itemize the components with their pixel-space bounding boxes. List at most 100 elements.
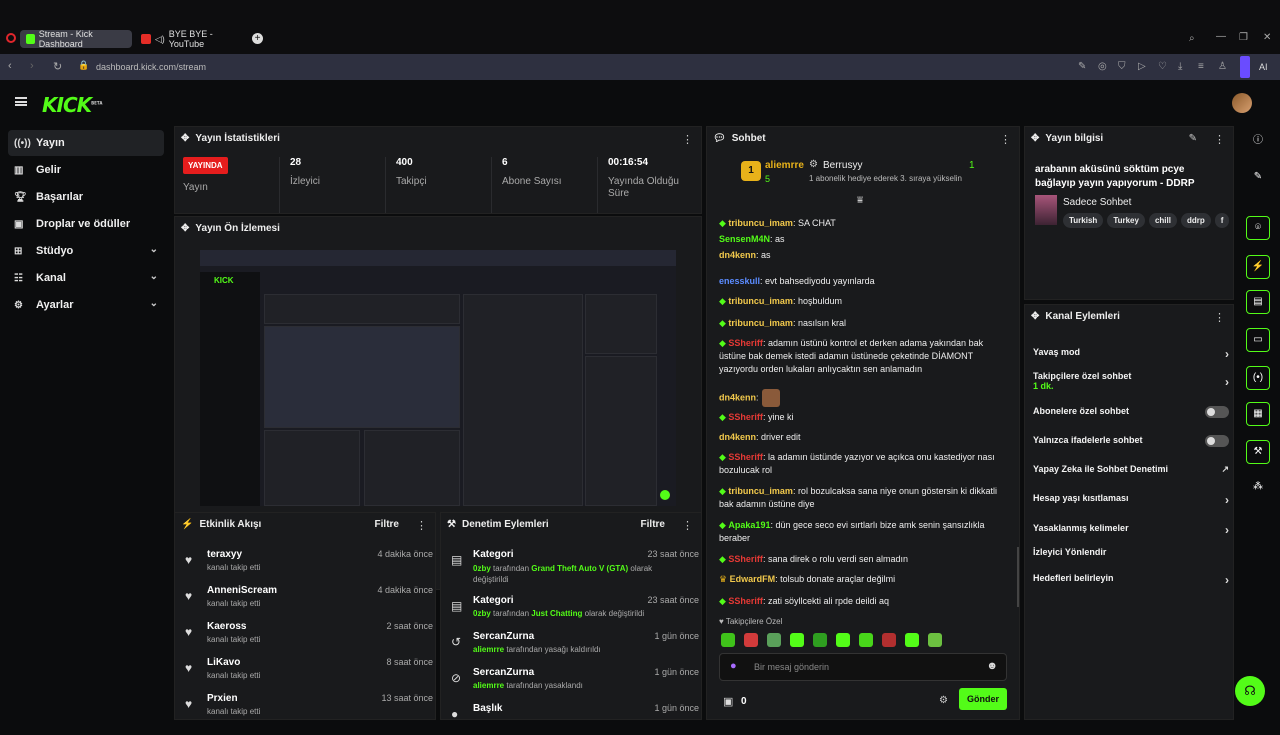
profile-icon[interactable]: ♙ <box>1218 61 1227 72</box>
stream-preview-video[interactable]: KICK <box>200 250 676 506</box>
camera-focus-icon[interactable]: ⌾ <box>1246 216 1270 240</box>
tag[interactable]: Turkey <box>1107 213 1145 228</box>
chat-message[interactable]: ◆ SSheriff: la adamın üstünde yazıyor ve… <box>719 451 1009 477</box>
drag-handle-icon[interactable]: ✥ <box>1031 133 1039 144</box>
send-button[interactable]: Gönder <box>959 688 1007 710</box>
camera-icon[interactable]: ◎ <box>1098 61 1107 72</box>
emote[interactable] <box>928 633 942 647</box>
chat-message[interactable]: ◆ tribuncu_imam: hoşbuldum <box>719 295 1009 308</box>
chat-message[interactable]: ◆ SSheriff: zati söyllcekti ali rpde dei… <box>719 595 1009 608</box>
chat-message[interactable]: ◆ SSheriff: adamın üstünü kontrol et der… <box>719 337 1009 376</box>
list-item[interactable]: ● Başlık 1 gün önce <box>449 701 699 735</box>
emote[interactable] <box>882 633 896 647</box>
sidebar-item-studyo[interactable]: ⊞ Stüdyo ⌄ <box>8 238 164 264</box>
chat-username[interactable]: dn4kenn <box>719 250 756 260</box>
user-avatar[interactable] <box>1232 93 1252 113</box>
pencil-icon[interactable]: ✎ <box>1246 166 1270 190</box>
chat-username[interactable]: enesskull <box>719 276 760 286</box>
more-options-icon[interactable]: ⋮ <box>682 133 693 146</box>
chat-message[interactable]: enesskull: evt bahsediyodu yayınlarda <box>719 275 1009 288</box>
heart-icon[interactable]: ♡ <box>1158 61 1167 72</box>
sidebar-item-kanal[interactable]: ☷ Kanal ⌄ <box>8 265 164 291</box>
edit-icon[interactable]: ✎ <box>1189 133 1197 144</box>
emote[interactable] <box>767 633 781 647</box>
action-slow-mode[interactable]: Yavaş mod › <box>1033 347 1229 361</box>
url-field[interactable]: dashboard.kick.com/stream <box>96 62 206 72</box>
hamburger-menu-icon[interactable] <box>15 97 27 106</box>
chat-username[interactable]: dn4kenn <box>719 392 756 402</box>
chat-message[interactable]: ◆ SSheriff: sana direk o rolu verdi sen … <box>719 553 1009 566</box>
more-options-icon[interactable]: ⋮ <box>1214 133 1225 146</box>
filter-button[interactable]: Filtre <box>375 519 399 530</box>
minimize-icon[interactable]: — <box>1216 31 1226 42</box>
chat-message[interactable]: dn4kenn: as <box>719 249 1009 262</box>
mic-icon[interactable]: ● <box>730 660 737 672</box>
chat-username[interactable]: SSheriff <box>728 452 763 462</box>
tag[interactable]: ddrp <box>1180 213 1211 228</box>
chat-message[interactable]: dn4kenn: <box>719 389 1009 407</box>
list-item[interactable]: ↺ SercanZurna aliemrre tarafından yasağı k… <box>449 629 699 663</box>
toggle-switch[interactable] <box>1205 406 1229 418</box>
chat-username[interactable]: tribuncu_imam <box>728 296 793 306</box>
opera-logo-icon[interactable] <box>6 33 16 43</box>
chat-message[interactable]: ◆ tribuncu_imam: nasılsın kral <box>719 317 1009 330</box>
chat-username[interactable]: SSheriff <box>728 412 763 422</box>
action-banned-words[interactable]: Yasaklanmış kelimeler › <box>1033 523 1229 537</box>
list-item[interactable]: ▤ Kategori 0zby tarafından Grand Theft Aut… <box>449 547 699 584</box>
chat-username[interactable]: EdwardFM <box>730 574 776 584</box>
category-name[interactable]: Sadece Sohbet <box>1063 197 1131 208</box>
chat-username[interactable]: SensenM4N <box>719 234 770 244</box>
tag[interactable]: chill <box>1148 213 1177 228</box>
action-followers-only[interactable]: Takipçilere özel sohbet 1 dk. › <box>1033 371 1229 391</box>
chat-bubble-icon[interactable]: ▭ <box>1246 328 1270 352</box>
chat-username[interactable]: tribuncu_imam <box>728 486 793 496</box>
list-item[interactable]: ♥ LiKavo kanalı takip etti 8 saat önce <box>183 655 433 689</box>
wrench-icon[interactable]: ⚒ <box>1246 440 1270 464</box>
more-options-icon[interactable]: ⋮ <box>416 519 427 532</box>
shield-icon[interactable]: ⛉ <box>1118 61 1126 72</box>
chat-username[interactable]: Apaka191 <box>728 520 770 530</box>
action-set-goals[interactable]: Hedefleri belirleyin › <box>1033 573 1229 587</box>
kick-logo[interactable]: KICKBETA <box>42 93 102 117</box>
tag[interactable]: f <box>1214 213 1230 228</box>
emote[interactable] <box>836 633 850 647</box>
emote[interactable] <box>859 633 873 647</box>
chat-username[interactable]: SSheriff <box>728 554 763 564</box>
more-options-icon[interactable]: ⋮ <box>1000 133 1011 146</box>
ai-button[interactable] <box>1240 56 1250 78</box>
sidebar-item-gelir[interactable]: ▥ Gelir <box>8 157 164 183</box>
chat-scrollbar[interactable] <box>1017 547 1019 607</box>
chat-username[interactable]: dn4kenn <box>719 432 756 442</box>
chat-settings-icon[interactable]: ⚙ <box>939 695 948 706</box>
action-ai-moderation[interactable]: Yapay Zeka ile Sohbet Denetimi ↗ <box>1033 464 1229 474</box>
chat-message[interactable]: ◆ tribuncu_imam: SA CHAT <box>719 217 1009 230</box>
emoji-icon[interactable]: ☻ <box>986 660 998 672</box>
collapse-icon[interactable]: ⩸ <box>857 195 863 206</box>
drag-handle-icon[interactable]: ✥ <box>1031 311 1039 322</box>
sidebar-item-droplar[interactable]: ▣ Droplar ve ödüller <box>8 211 164 237</box>
chat-username[interactable]: SSheriff <box>728 596 763 606</box>
emote[interactable] <box>744 633 758 647</box>
list-item[interactable]: ♥ Kaeross kanalı takip etti 2 saat önce <box>183 619 433 653</box>
points-icon[interactable]: ▣ <box>723 695 733 708</box>
help-button[interactable]: ☊ <box>1235 676 1265 706</box>
chat-message[interactable]: SensenM4N: as <box>719 233 1009 246</box>
sidebar-item-ayarlar[interactable]: ⚙ Ayarlar ⌄ <box>8 292 164 318</box>
chat-username[interactable]: SSheriff <box>728 338 763 348</box>
emote[interactable] <box>790 633 804 647</box>
drag-handle-icon[interactable]: ✥ <box>181 223 189 234</box>
tab-youtube[interactable]: ◁) BYE BYE - YouTube <box>135 29 255 49</box>
menu-icon[interactable]: ≡ <box>1198 61 1204 72</box>
action-account-age[interactable]: Hesap yaşı kısıtlaması › <box>1033 493 1229 507</box>
list-item[interactable]: ⊘ SercanZurna aliemrre tarafından yasaklan… <box>449 665 699 699</box>
restore-icon[interactable]: ❐ <box>1239 32 1248 43</box>
sidebar-item-basarilar[interactable]: 🏆︎ Başarılar <box>8 184 164 210</box>
chat-message[interactable]: dn4kenn: driver edit <box>719 431 1009 444</box>
chat-message[interactable]: ◆ Apaka191: dün gece seco evi sırtlarlı … <box>719 519 1009 545</box>
list-item[interactable]: ♥ AnneniScream kanalı takip etti 4 dakika ö… <box>183 583 433 617</box>
more-options-icon[interactable]: ⋮ <box>682 519 693 532</box>
action-emote-only[interactable]: Yalnızca ifadelerle sohbet <box>1033 435 1229 447</box>
action-subscribers-only[interactable]: Abonelere özel sohbet <box>1033 406 1229 418</box>
info-icon[interactable]: ⓘ <box>1246 130 1270 154</box>
chat-username[interactable]: tribuncu_imam <box>728 318 793 328</box>
